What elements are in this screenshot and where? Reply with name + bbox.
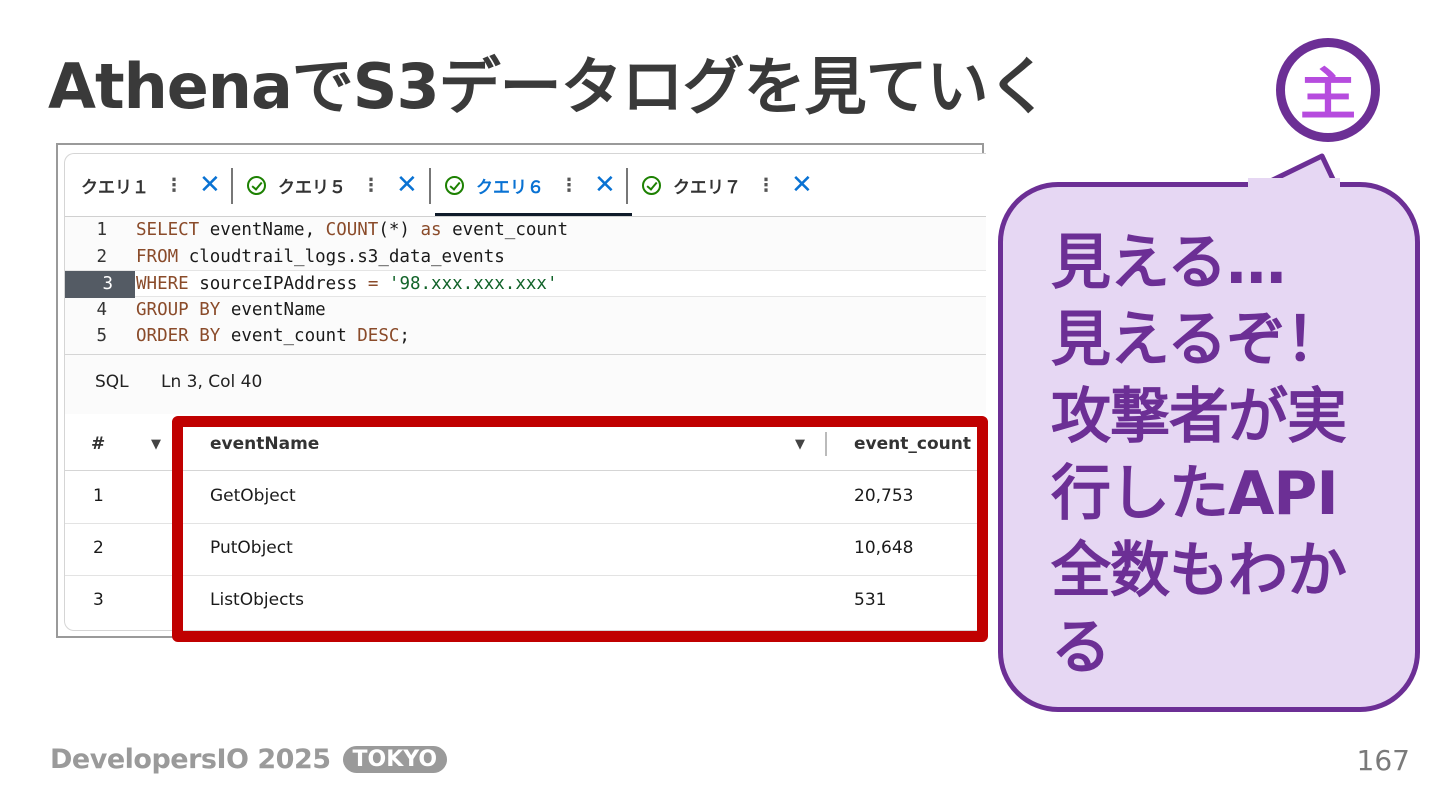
code-token: ORDER BY: [136, 326, 221, 346]
code-text: ORDER BY event_count DESC;: [136, 323, 410, 350]
close-icon[interactable]: ✕: [199, 172, 221, 198]
tab-menu-icon[interactable]: ⋮: [560, 175, 578, 196]
code-line[interactable]: 5 ORDER BY event_count DESC;: [65, 323, 986, 350]
code-token: ;: [399, 326, 410, 346]
code-token: event_count: [220, 326, 358, 346]
row-index: 2: [93, 538, 104, 558]
line-number: 2: [96, 246, 107, 267]
code-token: cloudtrail_logs.s3_data_events: [178, 246, 505, 267]
tab-menu-icon[interactable]: ⋮: [165, 175, 183, 196]
active-tab-indicator: [435, 213, 632, 216]
tab-menu-icon[interactable]: ⋮: [362, 175, 380, 196]
column-header-index[interactable]: #: [91, 434, 105, 454]
editor-status-bar: SQL Ln 3, Col 40: [65, 354, 986, 410]
speech-bubble-tail-join: [1248, 178, 1340, 190]
tab-divider: [626, 168, 628, 204]
speaker-badge: 主: [1276, 38, 1380, 142]
code-token: as: [420, 220, 442, 240]
code-token: COUNT: [325, 220, 379, 240]
sort-icon[interactable]: ▼: [151, 437, 161, 452]
code-token: (*): [378, 220, 421, 240]
code-text: GROUP BY eventName: [136, 297, 326, 324]
close-icon[interactable]: ✕: [396, 172, 418, 198]
code-text: WHERE sourceIPAddress = '98.xxx.xxx.xxx': [136, 271, 557, 298]
tab-label: クエリ７: [673, 177, 741, 198]
row-index: 3: [93, 590, 104, 610]
success-check-icon: [247, 175, 266, 195]
code-token: sourceIPAddress: [188, 274, 368, 294]
code-line[interactable]: 2 FROM cloudtrail_logs.s3_data_events: [65, 244, 986, 271]
footer: DevelopersIO 2025 TOKYO: [50, 744, 448, 775]
code-token: GROUP BY: [136, 299, 221, 320]
code-token: WHERE: [136, 274, 189, 294]
code-line[interactable]: 3 WHERE sourceIPAddress = '98.xxx.xxx.xxx…: [65, 270, 986, 298]
speech-bubble: 見える… 見えるぞ！ 攻撃者が実 行したAPI 全数もわか る: [998, 182, 1420, 712]
code-token: =: [367, 274, 379, 294]
code-line[interactable]: 4 GROUP BY eventName: [65, 297, 986, 324]
code-text: FROM cloudtrail_logs.s3_data_events: [136, 244, 505, 271]
tab-label: クエリ６: [476, 177, 544, 198]
language-indicator: SQL: [95, 372, 129, 392]
line-number: 1: [96, 220, 107, 240]
speech-bubble-text: 見える… 見えるぞ！ 攻撃者が実 行したAPI 全数もわか る: [1051, 228, 1347, 683]
highlight-box: [172, 416, 988, 642]
tab-menu-icon[interactable]: ⋮: [757, 175, 775, 196]
event-logo: DevelopersIO 2025: [50, 744, 331, 775]
query-tabs: クエリ１ ⋮ ✕ クエリ５ ⋮ ✕ クエリ６ ⋮ ✕ クエリ７ ⋮ ✕: [65, 154, 986, 217]
tab-query-6[interactable]: クエリ６ ⋮ ✕: [445, 154, 616, 216]
row-index: 1: [93, 486, 104, 506]
badge-character: 主: [1300, 62, 1356, 128]
code-token: FROM: [136, 246, 179, 267]
success-check-icon: [642, 175, 661, 195]
code-token: event_count: [441, 220, 569, 240]
tab-divider: [231, 168, 233, 204]
line-number: 5: [96, 326, 107, 346]
tab-query-7[interactable]: クエリ７ ⋮ ✕: [642, 154, 813, 216]
line-number: 4: [96, 299, 107, 320]
event-location-tag: TOKYO: [342, 746, 448, 773]
code-token: eventName,: [199, 220, 326, 240]
code-line[interactable]: 1 SELECT eventName, COUNT(*) as event_cou…: [65, 217, 986, 244]
cursor-position: Ln 3, Col 40: [161, 372, 263, 392]
tab-label: クエリ５: [278, 177, 346, 198]
success-check-icon: [445, 175, 464, 195]
close-icon[interactable]: ✕: [791, 172, 813, 198]
slide-title: AthenaでS3データログを見ていく: [48, 50, 1050, 123]
tab-label: クエリ１: [81, 177, 149, 198]
code-token: eventName: [220, 299, 326, 320]
sql-code-area[interactable]: 1 SELECT eventName, COUNT(*) as event_cou…: [65, 217, 986, 350]
code-token: SELECT: [136, 220, 200, 240]
code-token: DESC: [357, 326, 400, 346]
tab-query-1[interactable]: クエリ１ ⋮ ✕: [81, 154, 221, 216]
tab-divider: [429, 168, 431, 204]
code-token: '98.xxx.xxx.xxx': [388, 274, 558, 294]
line-number: 3: [65, 271, 135, 298]
close-icon[interactable]: ✕: [594, 172, 616, 198]
tab-query-5[interactable]: クエリ５ ⋮ ✕: [247, 154, 418, 216]
page-number: 167: [1356, 744, 1410, 777]
code-text: SELECT eventName, COUNT(*) as event_coun…: [136, 217, 568, 244]
